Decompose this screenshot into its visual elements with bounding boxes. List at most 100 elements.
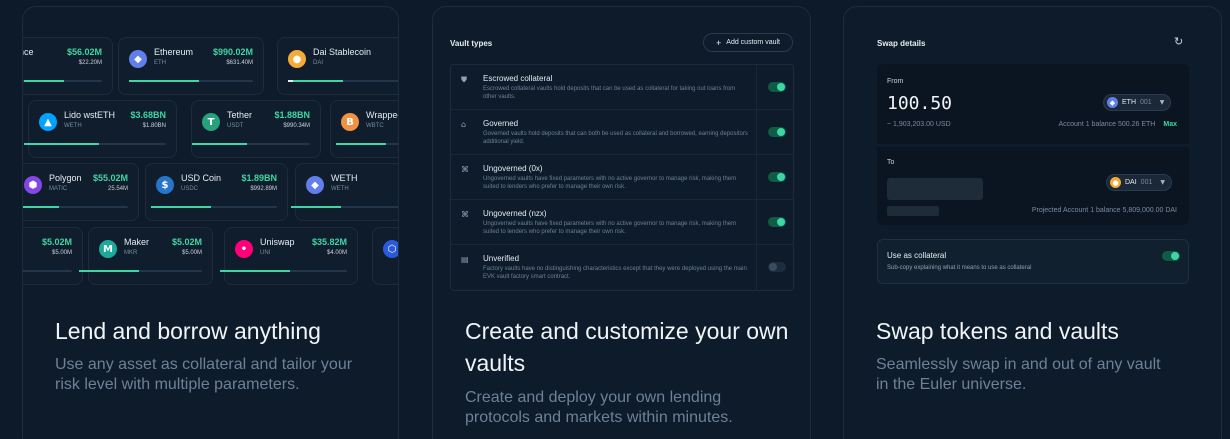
asset-tile[interactable]: M Maker MKR $5.02M $5.00M — [79, 227, 213, 285]
utilization-bar — [291, 206, 398, 208]
collateral-toggle[interactable] — [1162, 251, 1180, 261]
lend-card: nce $56.02M $22.20M ◆ Ethereum ETH $990.02M $63… — [22, 6, 399, 439]
asset-tile[interactable]: ⬡ — [372, 227, 398, 285]
asset-symbol: USDT — [227, 123, 244, 129]
asset-symbol: WBTC — [366, 123, 384, 129]
asset-tile[interactable]: • Uniswap UNI $35.82M $4.00M — [220, 227, 358, 285]
utilization-bar — [129, 80, 253, 82]
from-usd-value: ~ 1,903,203.00 USD — [887, 121, 951, 128]
lend-description: Use any asset as collateral and tailor y… — [55, 356, 353, 393]
utilization-bar — [336, 143, 398, 145]
vault-type-row: ⛊ Escrowed collateral Escrowed collatera… — [451, 65, 793, 110]
asset-supply: $56.02M — [66, 47, 102, 57]
swap-title: Swap tokens and vaults — [876, 318, 1119, 344]
asset-name: Uniswap — [260, 237, 295, 247]
to-token-number: 001 — [1140, 179, 1153, 186]
asset-tile[interactable]: ⬢ Polygon MATIC $55.02M 25.54M — [23, 163, 139, 221]
ungoverned-icon: ⌘ — [461, 210, 469, 219]
asset-symbol: UNI — [260, 250, 271, 256]
utilization-bar — [79, 270, 202, 272]
utilization-bar — [23, 80, 102, 82]
asset-tile[interactable]: ▲ Lido wstETH WETH $3.68BN $1.80BN — [24, 100, 177, 158]
usdc-icon: $ — [156, 176, 174, 194]
to-token-symbol: DAI — [1125, 179, 1137, 186]
asset-tile[interactable]: nce $56.02M $22.20M — [23, 37, 113, 95]
collateral-title: Use as collateral — [887, 251, 947, 260]
asset-name: Ethereum — [154, 47, 194, 57]
vault-type-title: Ungoverned (nzx) — [483, 209, 547, 218]
utilization-bar — [151, 206, 277, 208]
vaults-card: Vault types + Add custom vault ⛊ Escrowe… — [432, 6, 811, 439]
from-token-number: 001 — [1140, 99, 1152, 106]
asset-borrow: 25.54M — [107, 186, 128, 192]
from-token-select[interactable]: ◆ ETH 001 ▼ — [1103, 94, 1172, 111]
to-token-select[interactable]: ● DAI 001 ▼ — [1106, 174, 1172, 191]
asset-supply: $55.02M — [92, 173, 128, 183]
asset-supply: $990.02M — [212, 47, 253, 57]
asset-borrow: $1.80BN — [142, 123, 166, 129]
utilization-bar — [23, 270, 72, 272]
to-amount-skeleton — [887, 178, 983, 200]
to-usd-skeleton — [887, 206, 939, 216]
vault-type-title: Unverified — [483, 254, 520, 263]
vault-type-row: ⌘ Ungoverned (0x) Ungoverned vaults have… — [451, 155, 793, 200]
vault-types-heading: Vault types — [450, 39, 493, 48]
asset-name: Polygon — [49, 173, 82, 183]
polygon-icon: ⬢ — [24, 176, 42, 194]
vault-type-title: Governed — [483, 119, 519, 128]
vault-type-toggle[interactable] — [768, 262, 786, 272]
tether-icon: T — [202, 113, 220, 131]
vault-type-toggle[interactable] — [768, 127, 786, 137]
lido-icon: ▲ — [39, 113, 57, 131]
swap-description: Seamlessly swap in and out of any vault … — [876, 356, 1161, 393]
vault-type-toggle[interactable] — [768, 172, 786, 182]
asset-supply: $5.02M — [41, 237, 72, 247]
vault-type-row: ⌘ Ungoverned (nzx) Ungoverned vaults hav… — [451, 200, 793, 245]
swap-details-heading: Swap details — [877, 39, 926, 48]
add-custom-vault-label: Add custom vault — [726, 39, 780, 46]
weth-icon: ◆ — [306, 176, 324, 194]
from-panel: From 100.50 ◆ ETH 001 ▼ ~ 1,903,203.00 U… — [877, 64, 1189, 144]
from-amount-input[interactable]: 100.50 — [887, 93, 952, 114]
uniswap-icon: • — [235, 240, 253, 258]
use-as-collateral-row: Use as collateral Sub-copy explaining wh… — [877, 239, 1189, 284]
dai-icon: ● — [288, 50, 306, 68]
projected-balance: Projected Account 1 balance 5,809,000.00… — [1031, 207, 1177, 214]
wbtc-icon: B — [341, 113, 359, 131]
vault-type-toggle[interactable] — [768, 217, 786, 227]
asset-tile[interactable]: ● Dai Stablecoin DAI — [277, 37, 398, 95]
vault-type-title: Escrowed collateral — [483, 74, 553, 83]
asset-symbol: MATIC — [49, 186, 68, 192]
asset-borrow: $992.89M — [250, 186, 277, 192]
factory-icon: ▤ — [461, 255, 469, 264]
asset-supply: $5.02M — [171, 237, 202, 247]
asset-supply: $35.82M — [311, 237, 347, 247]
shield-icon: ⛊ — [461, 75, 467, 84]
vault-type-toggle[interactable] — [768, 82, 786, 92]
asset-symbol: WETH — [331, 186, 349, 192]
vault-type-description: Governed vaults hold deposits that can b… — [483, 131, 748, 145]
asset-tile[interactable]: ◆ Ethereum ETH $990.02M $631.40M — [118, 37, 264, 95]
utilization-bar — [24, 143, 166, 145]
add-custom-vault-button[interactable]: + Add custom vault — [703, 33, 793, 52]
vault-type-row: ▤ Unverified Factory vaults have no dist… — [451, 245, 793, 290]
asset-name: Lido wstETH — [64, 110, 116, 120]
asset-borrow: $990.34M — [283, 123, 310, 129]
vaults-description: Create and deploy your own lending proto… — [465, 389, 733, 426]
vault-type-row: ⌂ Governed Governed vaults hold deposits… — [451, 110, 793, 155]
asset-tile[interactable]: $5.02M $5.00M — [23, 227, 83, 285]
asset-name: USD Coin — [181, 173, 222, 183]
asset-symbol: USDC — [181, 186, 199, 192]
ungoverned-icon: ⌘ — [461, 165, 469, 174]
max-button[interactable]: Max — [1163, 121, 1177, 128]
maker-icon: M — [99, 240, 117, 258]
plus-icon: + — [716, 37, 722, 48]
asset-tile[interactable]: $ USD Coin USDC $1.89BN $992.89M — [145, 163, 288, 221]
utilization-bar — [220, 270, 347, 272]
asset-tile[interactable]: T Tether USDT $1.88BN $990.34M — [191, 100, 321, 158]
asset-tile[interactable]: B Wrapped WBTC — [330, 100, 398, 158]
chevron-down-icon: ▼ — [1159, 99, 1165, 106]
asset-tile[interactable]: ◆WETHWETH$200$1 — [291, 163, 398, 221]
asset-supply: $1.88BN — [274, 110, 310, 120]
refresh-icon[interactable]: ↻ — [1174, 36, 1186, 48]
